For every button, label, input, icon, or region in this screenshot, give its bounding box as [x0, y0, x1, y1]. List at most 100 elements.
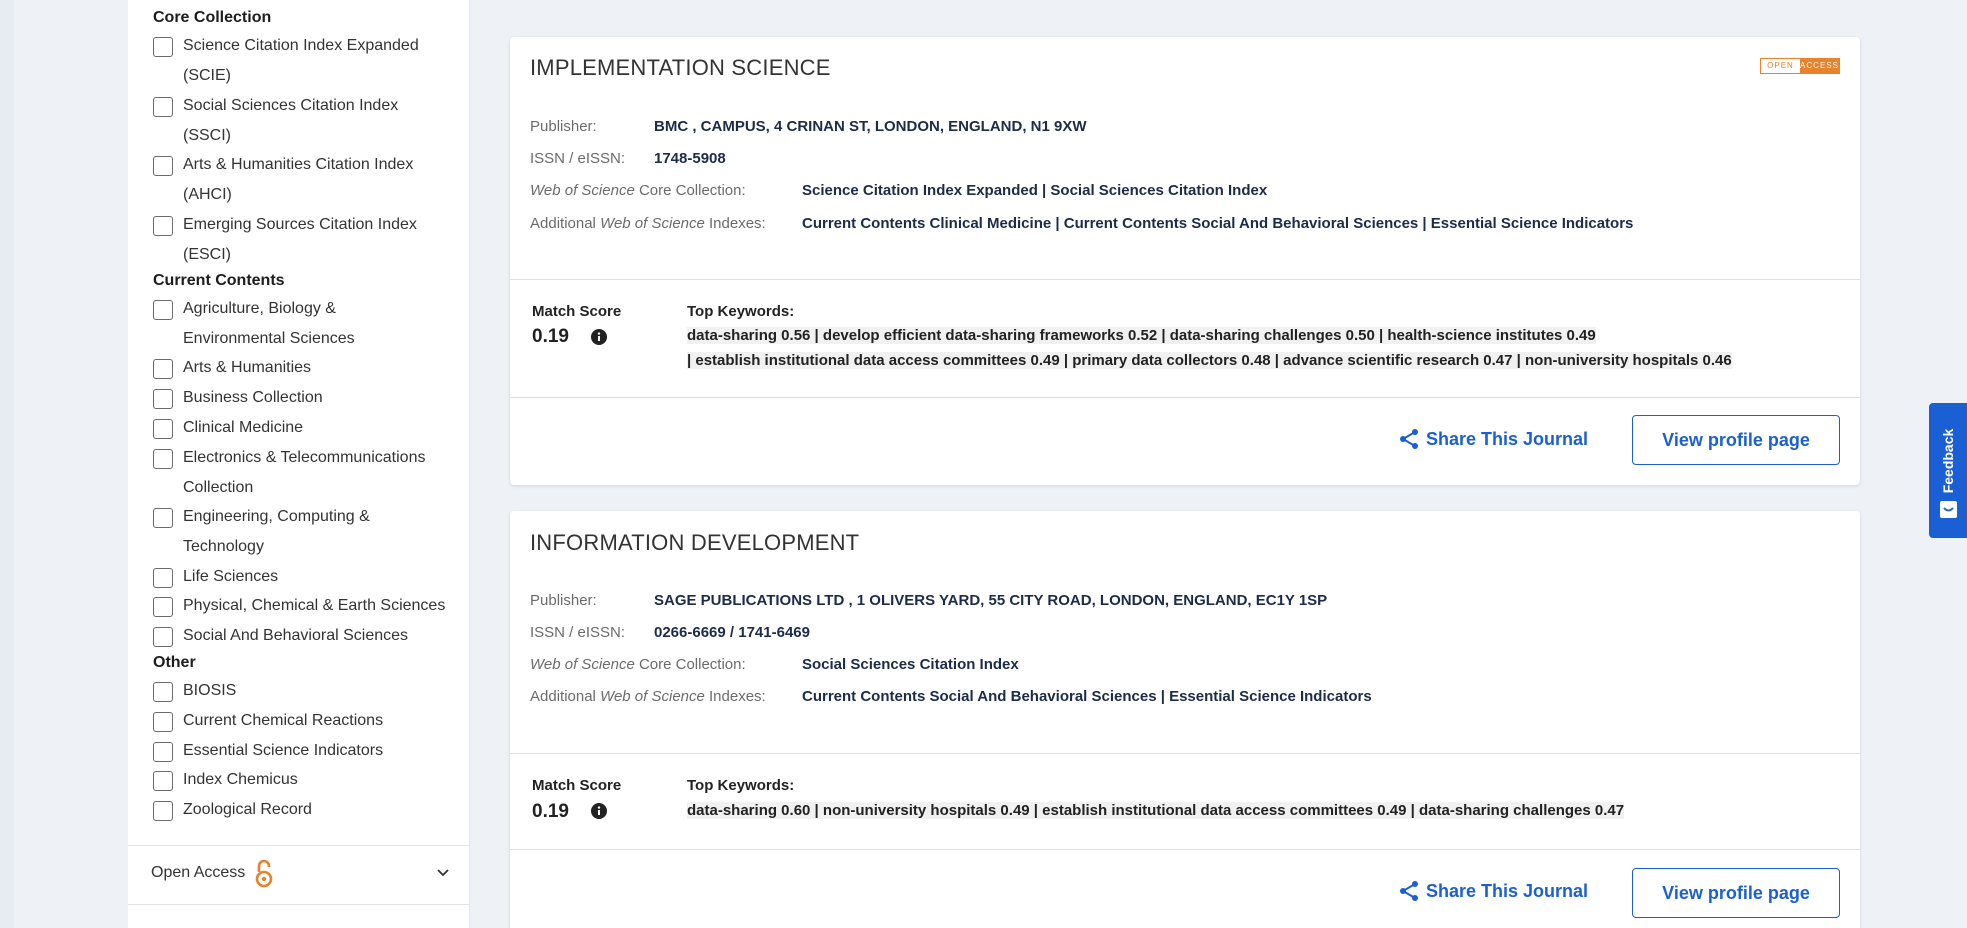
checkbox[interactable]: [153, 627, 173, 647]
match-score-label: Match Score: [532, 777, 622, 794]
filter-zoological-record[interactable]: Zoological Record: [153, 800, 453, 825]
filter-label: Science Citation Index Expanded (SCIE): [183, 37, 419, 84]
filter-life-sciences[interactable]: Life Sciences: [153, 567, 453, 592]
view-profile-button[interactable]: View profile page: [1632, 868, 1840, 918]
keywords-line: data-sharing 0.60 | non-university hospi…: [687, 802, 1625, 819]
filter-arts-humanities[interactable]: Arts & Humanities: [153, 358, 453, 383]
open-access-icon: [255, 859, 273, 888]
publisher-label: Publisher:: [530, 118, 597, 135]
info-icon[interactable]: [591, 329, 607, 345]
checkbox[interactable]: [153, 449, 173, 469]
view-profile-button[interactable]: View profile page: [1632, 415, 1840, 465]
card-divider: [510, 753, 1860, 754]
match-score-value: 0.19: [532, 326, 569, 347]
match-score-label: Match Score: [532, 303, 622, 320]
filter-label: Emerging Sources Citation Index (ESCI): [183, 216, 417, 263]
filter-business[interactable]: Business Collection: [153, 388, 453, 413]
filter-social-behavioral[interactable]: Social And Behavioral Sciences: [153, 626, 453, 651]
filter-agriculture[interactable]: Agriculture, Biology & Environmental Scie…: [153, 299, 453, 354]
checkbox[interactable]: [153, 97, 173, 117]
core-collection-value: Science Citation Index Expanded | Social…: [802, 182, 1268, 199]
checkbox[interactable]: [153, 300, 173, 320]
share-journal-button[interactable]: Share This Journal: [1398, 428, 1588, 450]
share-journal-button[interactable]: Share This Journal: [1398, 880, 1588, 902]
open-access-filter-toggle[interactable]: Open Access: [151, 858, 451, 888]
core-collection-label: Web of Science Core Collection:: [530, 182, 746, 199]
checkbox[interactable]: [153, 712, 173, 732]
filter-label: Arts & Humanities Citation Index (AHCI): [183, 156, 414, 203]
card-divider: [510, 397, 1860, 398]
filter-scie[interactable]: Science Citation Index Expanded (SCIE): [153, 36, 453, 91]
core-collection-label: Web of Science Core Collection:: [530, 656, 746, 673]
feedback-icon: [1940, 501, 1957, 518]
checkbox[interactable]: [153, 419, 173, 439]
top-keywords-label: Top Keywords:: [687, 777, 795, 794]
filter-label: Business Collection: [183, 389, 323, 406]
filter-sidebar: Core Collection Science Citation Index E…: [128, 0, 470, 928]
filter-esci[interactable]: Emerging Sources Citation Index (ESCI): [153, 215, 453, 270]
filter-biosis[interactable]: BIOSIS: [153, 681, 453, 706]
checkbox[interactable]: [153, 801, 173, 821]
core-collection-value: Social Sciences Citation Index: [802, 656, 1019, 673]
publisher-value: BMC , CAMPUS, 4 CRINAN ST, LONDON, ENGLA…: [654, 118, 1087, 135]
info-icon[interactable]: [591, 803, 607, 819]
checkbox[interactable]: [153, 37, 173, 57]
issn-value: 1748-5908: [654, 150, 726, 167]
sidebar-divider: [128, 845, 469, 846]
filter-clinical-medicine[interactable]: Clinical Medicine: [153, 418, 453, 443]
filter-label: Electronics & Telecommunications Collecti…: [183, 449, 426, 496]
filter-essential-science-indicators[interactable]: Essential Science Indicators: [153, 741, 453, 766]
card-divider: [510, 279, 1860, 280]
keywords-line: data-sharing 0.56 | develop efficient da…: [687, 327, 1596, 344]
checkbox[interactable]: [153, 508, 173, 528]
feedback-tab[interactable]: Feedback: [1929, 403, 1967, 538]
issn-label: ISSN / eISSN:: [530, 624, 626, 641]
group-title-current-contents: Current Contents: [153, 272, 285, 289]
additional-indexes-value: Current Contents Social And Behavioral S…: [802, 688, 1372, 705]
filter-current-chemical-reactions[interactable]: Current Chemical Reactions: [153, 711, 453, 736]
checkbox[interactable]: [153, 389, 173, 409]
checkbox[interactable]: [153, 597, 173, 617]
journal-card: IMPLEMENTATION SCIENCE OPEN ACCESS Publi…: [510, 37, 1860, 485]
checkbox[interactable]: [153, 682, 173, 702]
additional-indexes-label: Additional Web of Science Indexes:: [530, 688, 766, 705]
filter-electronics[interactable]: Electronics & Telecommunications Collecti…: [153, 448, 453, 503]
checkbox[interactable]: [153, 216, 173, 236]
filter-label: Life Sciences: [183, 568, 279, 585]
filter-ssci[interactable]: Social Sciences Citation Index (SSCI): [153, 96, 453, 151]
filter-label: Essential Science Indicators: [183, 742, 384, 759]
chevron-down-icon[interactable]: [435, 864, 451, 880]
journal-title[interactable]: INFORMATION DEVELOPMENT: [530, 530, 859, 556]
filter-label: Social And Behavioral Sciences: [183, 627, 409, 644]
checkbox[interactable]: [153, 771, 173, 791]
filter-label: Clinical Medicine: [183, 419, 304, 436]
filter-label: Agriculture, Biology & Environmental Scie…: [183, 300, 355, 347]
publisher-value: SAGE PUBLICATIONS LTD , 1 OLIVERS YARD, …: [654, 592, 1328, 609]
share-label: Share This Journal: [1426, 880, 1589, 901]
badge-right: ACCESS: [1800, 59, 1839, 73]
checkbox[interactable]: [153, 156, 173, 176]
filter-label: BIOSIS: [183, 682, 237, 699]
share-icon: [1400, 429, 1418, 449]
filter-label: Index Chemicus: [183, 771, 298, 788]
additional-indexes-value: Current Contents Clinical Medicine | Cur…: [802, 215, 1634, 232]
open-access-label: Open Access: [151, 864, 246, 881]
filter-ahci[interactable]: Arts & Humanities Citation Index (AHCI): [153, 155, 453, 210]
filter-engineering[interactable]: Engineering, Computing & Technology: [153, 507, 453, 562]
filter-label: Physical, Chemical & Earth Sciences: [183, 597, 446, 614]
issn-label: ISSN / eISSN:: [530, 150, 626, 167]
open-access-badge: OPEN ACCESS: [1760, 58, 1840, 74]
filter-label: Engineering, Computing & Technology: [183, 508, 370, 555]
top-keywords-label: Top Keywords:: [687, 303, 795, 320]
sidebar-divider: [128, 904, 469, 905]
filter-index-chemicus[interactable]: Index Chemicus: [153, 770, 453, 795]
filter-physical-chemical[interactable]: Physical, Chemical & Earth Sciences: [153, 596, 453, 621]
journal-title[interactable]: IMPLEMENTATION SCIENCE: [530, 55, 831, 81]
filter-label: Zoological Record: [183, 801, 312, 818]
checkbox[interactable]: [153, 568, 173, 588]
share-label: Share This Journal: [1426, 428, 1589, 449]
checkbox[interactable]: [153, 359, 173, 379]
share-icon: [1400, 881, 1418, 901]
publisher-label: Publisher:: [530, 592, 597, 609]
checkbox[interactable]: [153, 742, 173, 762]
